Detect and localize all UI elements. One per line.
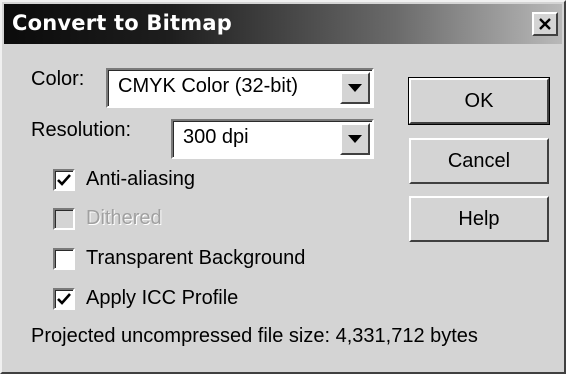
close-icon — [539, 18, 551, 30]
color-dropdown[interactable]: CMYK Color (32-bit) — [106, 68, 374, 108]
resolution-dropdown-value: 300 dpi — [183, 126, 249, 148]
projected-file-size-text: Projected uncompressed file size: 4,331,… — [31, 325, 478, 347]
resolution-label: Resolution: — [31, 119, 132, 141]
checkmark-icon — [57, 293, 71, 305]
resolution-dropdown-arrow[interactable] — [340, 123, 370, 155]
color-label: Color: — [31, 68, 85, 90]
resolution-dropdown[interactable]: 300 dpi — [171, 119, 374, 159]
title-bar[interactable]: Convert to Bitmap — [4, 4, 562, 44]
apply-icc-profile-label[interactable]: Apply ICC Profile — [86, 287, 238, 310]
ok-button[interactable]: OK — [408, 77, 550, 125]
cancel-button[interactable]: Cancel — [409, 138, 549, 184]
dropdown-arrow-icon — [348, 84, 362, 92]
checkmark-icon — [57, 174, 71, 186]
color-dropdown-value: CMYK Color (32-bit) — [118, 75, 299, 97]
close-button[interactable] — [532, 12, 558, 36]
anti-aliasing-label[interactable]: Anti-aliasing — [86, 168, 195, 191]
dithered-label: Dithered — [86, 207, 162, 229]
dithered-checkbox — [53, 208, 75, 230]
convert-to-bitmap-dialog: Convert to Bitmap Color: CMYK Color (32-… — [0, 0, 566, 374]
anti-aliasing-checkbox[interactable] — [53, 169, 75, 191]
window-title: Convert to Bitmap — [12, 11, 232, 35]
transparent-background-label[interactable]: Transparent Background — [86, 247, 305, 270]
help-button[interactable]: Help — [409, 196, 549, 242]
dropdown-arrow-icon — [348, 135, 362, 143]
color-dropdown-arrow[interactable] — [340, 72, 370, 104]
apply-icc-profile-checkbox[interactable] — [53, 288, 75, 310]
transparent-background-checkbox[interactable] — [53, 248, 75, 270]
